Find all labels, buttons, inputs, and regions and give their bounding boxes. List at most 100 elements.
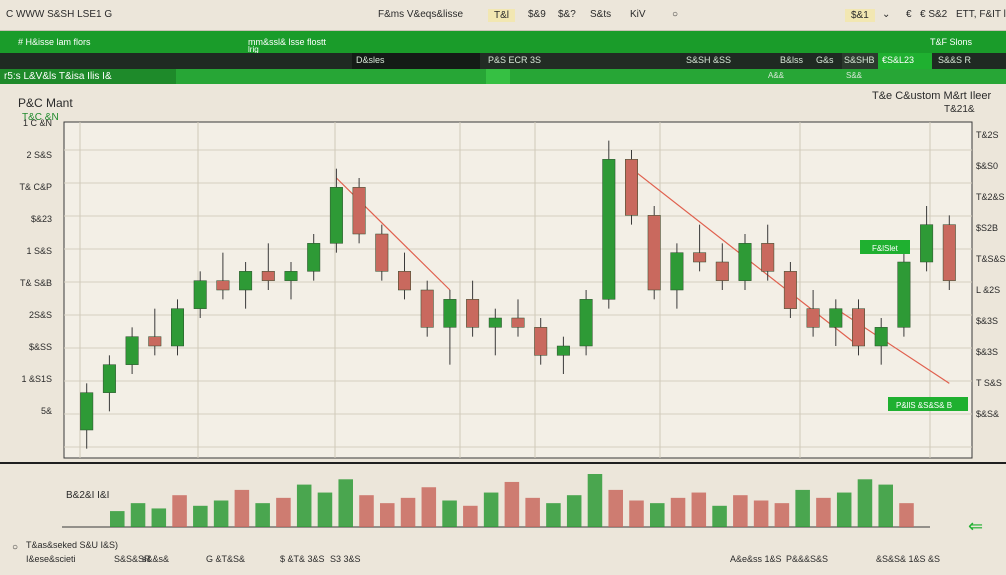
volume-bar	[899, 503, 914, 527]
y-axis-tick-label-left: T& C&P	[19, 182, 52, 192]
candle-body	[284, 271, 298, 281]
footer-text-9: P&&&S&S	[786, 554, 828, 564]
candle-body	[80, 392, 94, 431]
volume-bar	[110, 511, 125, 527]
y-axis-tick-label-right: $S2B	[976, 223, 998, 233]
candle-body	[897, 261, 911, 328]
candle-body	[738, 243, 752, 281]
scroll-left-icon: ⇐	[968, 516, 983, 536]
volume-bar	[629, 500, 644, 527]
candle-body	[556, 345, 570, 356]
candle-body	[171, 308, 184, 347]
volume-bar	[359, 495, 374, 527]
candle-body	[602, 159, 616, 300]
volume-bar	[421, 487, 437, 527]
candle-body	[466, 299, 480, 328]
y-axis-tick-label-right: T S&S	[976, 378, 1002, 388]
footer-circle-icon: ○	[12, 542, 18, 553]
footer-text-7: S3 3&S	[330, 554, 361, 564]
candle-body	[239, 271, 253, 291]
volume-bar	[400, 497, 416, 527]
y-axis-tick-label-left: 1 C &N	[23, 118, 52, 128]
volume-bar	[774, 503, 790, 527]
candle-body	[942, 224, 956, 281]
candle-body	[329, 187, 343, 244]
y-axis-tick-label-right: T&2S	[976, 130, 999, 140]
volume-bar	[878, 484, 893, 527]
volume-bar	[733, 495, 748, 527]
candle-body	[829, 308, 843, 328]
y-axis-tick-label-right: L &2S	[976, 285, 1000, 295]
volume-bar	[276, 497, 291, 527]
footer-text-5: G &T&S&	[206, 554, 245, 564]
volume-bar	[442, 500, 457, 527]
volume-bar	[151, 508, 167, 527]
volume-bar	[587, 474, 603, 527]
volume-bar	[566, 495, 582, 527]
volume-bar	[213, 500, 229, 527]
volume-bar	[234, 489, 250, 527]
volume-bar	[650, 503, 665, 527]
candle-body	[125, 336, 139, 365]
volume-bar	[380, 503, 395, 527]
y-axis-tick-label-left: 2S&S	[29, 310, 52, 320]
callout-lower-label: P&llS &S&S& B	[896, 401, 952, 410]
candle-body	[398, 271, 411, 291]
volume-bar	[338, 479, 353, 527]
y-axis-tick-label-left: $&SS	[29, 342, 52, 352]
y-axis-tick-label-left: 1 &S1S	[21, 374, 52, 384]
candle-body	[579, 299, 593, 347]
candle-body	[761, 243, 775, 272]
candlestick-chart[interactable]: 1 C &N 2 S&S T& C&P $&23 1 S&S T& S&B 2S&S $&SS…	[0, 0, 1006, 575]
candle-body	[193, 280, 207, 309]
y-axis-tick-label-right: $&S0	[976, 161, 998, 171]
candle-body	[852, 308, 865, 347]
y-axis-tick-label-left: 5&	[41, 406, 52, 416]
volume-bar	[463, 505, 478, 527]
volume-bar	[525, 497, 540, 527]
volume-bar	[816, 497, 831, 527]
candle-body	[420, 289, 434, 328]
candle-body	[375, 233, 389, 272]
callout-upper-label: F&lSlet	[872, 244, 899, 253]
candle-body	[534, 327, 548, 356]
candle-body	[625, 159, 638, 216]
volume-bar	[670, 497, 686, 527]
volume-bar	[317, 492, 333, 527]
candle-body	[511, 317, 525, 328]
volume-bar	[608, 489, 623, 527]
volume-bar	[504, 481, 520, 527]
candle-body	[352, 187, 366, 235]
y-axis-tick-label-right: T&S&S	[976, 254, 1006, 264]
candle-body	[307, 243, 321, 272]
footer-text-1: T&as&seked S&U I&S)	[26, 540, 118, 550]
volume-bar	[795, 489, 810, 527]
volume-bar	[691, 492, 707, 527]
volume-bar	[193, 505, 208, 527]
candle-body	[488, 317, 502, 328]
volume-bar	[753, 500, 769, 527]
footer-text-4: s&&s&	[142, 554, 169, 564]
volume-bar	[483, 492, 499, 527]
candle-body	[693, 252, 707, 263]
candle-body	[148, 336, 162, 347]
y-axis-tick-label-left: 1 S&S	[26, 246, 52, 256]
candle-body	[670, 252, 684, 291]
candle-body	[715, 261, 729, 281]
candle-body	[216, 280, 230, 291]
volume-bar	[546, 503, 561, 527]
volume-bar	[712, 505, 727, 527]
footer-text-6: $ &T& 3&S	[280, 554, 325, 564]
footer-text-2: I&ese&scieti	[26, 554, 76, 564]
volume-bar	[296, 484, 312, 527]
y-axis-tick-label-left: T& S&B	[20, 278, 52, 288]
volume-label: B&2&I I&I	[66, 490, 109, 501]
volume-bar	[836, 492, 852, 527]
candle-body	[874, 327, 888, 347]
y-axis-tick-label-right: T&2&S	[976, 192, 1005, 202]
volume-bar	[172, 495, 187, 527]
y-axis-tick-label-left: $&23	[31, 214, 52, 224]
y-axis-tick-label-left: 2 S&S	[26, 150, 52, 160]
volume-bar	[255, 503, 270, 527]
candle-body	[920, 224, 934, 263]
